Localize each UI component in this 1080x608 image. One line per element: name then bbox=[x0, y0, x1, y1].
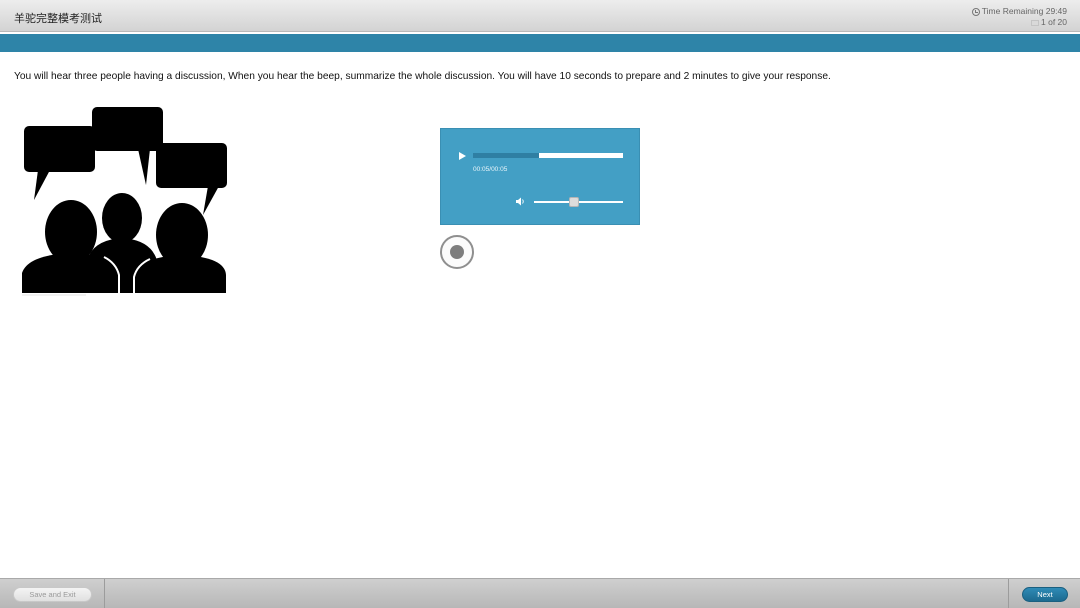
test-screen: 羊驼完整模考测试 Time Remaining 29:49 1 of 20 Yo… bbox=[0, 0, 1080, 608]
record-icon bbox=[440, 235, 474, 269]
question-progress: 1 of 20 bbox=[1041, 17, 1067, 27]
progress-row: 1 of 20 bbox=[972, 17, 1067, 28]
seek-bar-fill bbox=[539, 153, 623, 158]
save-and-exit-button[interactable]: Save and Exit bbox=[13, 587, 92, 602]
app-title: 羊驼完整模考测试 bbox=[14, 13, 102, 25]
seek-bar[interactable] bbox=[473, 153, 623, 158]
page-icon bbox=[1031, 19, 1039, 26]
speaker-icon[interactable] bbox=[516, 197, 526, 206]
footer-bar: Save and Exit Next bbox=[0, 578, 1080, 608]
timer-row: Time Remaining 29:49 bbox=[971, 6, 1067, 17]
header-bar: 羊驼完整模考测试 Time Remaining 29:49 1 of 20 bbox=[0, 0, 1080, 32]
accent-bar bbox=[0, 34, 1080, 52]
record-dot bbox=[450, 245, 464, 259]
instructions-text: You will hear three people having a disc… bbox=[14, 71, 831, 82]
time-remaining: Time Remaining 29:49 bbox=[981, 6, 1067, 16]
play-icon[interactable] bbox=[459, 152, 466, 160]
volume-slider-thumb[interactable] bbox=[569, 197, 580, 207]
next-button[interactable]: Next bbox=[1022, 587, 1068, 602]
footer-divider bbox=[104, 579, 105, 608]
timer-block: Time Remaining 29:49 1 of 20 bbox=[971, 6, 1067, 28]
audio-player: 00:05/00:05 bbox=[440, 128, 640, 225]
clock-icon bbox=[971, 7, 980, 16]
time-readout: 00:05/00:05 bbox=[473, 166, 508, 173]
footer-divider bbox=[1008, 579, 1009, 608]
volume-slider[interactable] bbox=[534, 197, 623, 207]
people-discussion-icon bbox=[22, 107, 227, 296]
